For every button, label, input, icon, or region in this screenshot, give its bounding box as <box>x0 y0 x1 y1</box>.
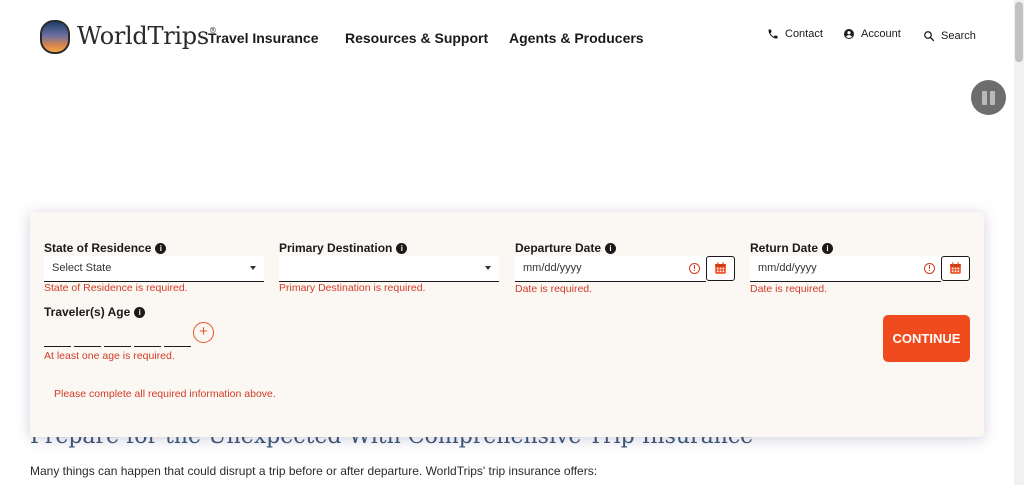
chevron-down-icon <box>250 266 256 270</box>
destination-error: Primary Destination is required. <box>279 282 426 294</box>
departure-label-text: Departure Date <box>515 241 602 255</box>
alert-icon: ! <box>924 263 935 274</box>
pause-bar-right <box>990 90 995 105</box>
search-link[interactable]: Search <box>923 30 976 42</box>
state-field-label: State of Residence i <box>44 241 167 255</box>
scrollbar-thumb[interactable] <box>1015 2 1023 62</box>
brand-text: WorldTrips <box>77 22 209 50</box>
info-icon[interactable]: i <box>155 242 167 254</box>
return-label-text: Return Date <box>750 241 819 255</box>
departure-error: Date is required. <box>515 283 593 295</box>
pause-bar-left <box>982 90 987 105</box>
phone-icon <box>768 29 778 39</box>
ages-field-label: Traveler(s) Age i <box>44 305 146 319</box>
traveler-age-input-3[interactable] <box>104 321 131 347</box>
contact-link[interactable]: Contact <box>767 28 823 40</box>
page-scrollbar[interactable] <box>1014 0 1024 485</box>
return-date-input[interactable]: mm/dd/yyyy ! <box>750 256 941 282</box>
account-label: Account <box>861 28 901 40</box>
traveler-age-input-5[interactable] <box>164 321 191 347</box>
return-field-label: Return Date i <box>750 241 834 255</box>
departure-date-input[interactable]: mm/dd/yyyy ! <box>515 256 706 282</box>
worldtrips-logo[interactable] <box>40 20 70 54</box>
traveler-age-input-1[interactable] <box>44 321 71 347</box>
departure-placeholder: mm/dd/yyyy <box>523 262 582 274</box>
search-icon <box>924 31 935 42</box>
brand-name[interactable]: WorldTrips® <box>77 22 217 50</box>
state-select-value: Select State <box>52 262 112 274</box>
return-error: Date is required. <box>750 283 828 295</box>
destination-select[interactable] <box>279 256 499 282</box>
traveler-age-input-2[interactable] <box>74 321 101 347</box>
calendar-icon <box>950 262 961 274</box>
pause-button[interactable] <box>971 80 1006 115</box>
account-icon <box>844 29 854 39</box>
departure-calendar-button[interactable] <box>706 256 735 281</box>
add-traveler-button[interactable]: + <box>193 322 214 343</box>
intro-text: Many things can happen that could disrup… <box>30 464 598 478</box>
state-select[interactable]: Select State <box>44 256 264 282</box>
state-label-text: State of Residence <box>44 241 152 255</box>
destination-field-label: Primary Destination i <box>279 241 408 255</box>
ages-label-text: Traveler(s) Age <box>44 305 131 319</box>
return-placeholder: mm/dd/yyyy <box>758 262 817 274</box>
chevron-down-icon <box>485 266 491 270</box>
form-summary-error: Please complete all required information… <box>54 388 276 400</box>
return-calendar-button[interactable] <box>941 256 970 281</box>
state-error: State of Residence is required. <box>44 282 188 294</box>
account-link[interactable]: Account <box>843 28 901 40</box>
nav-agents-producers[interactable]: Agents & Producers <box>509 30 644 46</box>
ages-error: At least one age is required. <box>44 350 175 362</box>
info-icon[interactable]: i <box>396 242 408 254</box>
destination-label-text: Primary Destination <box>279 241 393 255</box>
nav-travel-insurance[interactable]: Travel Insurance <box>208 30 319 46</box>
search-label: Search <box>941 30 976 42</box>
info-icon[interactable]: i <box>605 242 617 254</box>
calendar-icon <box>715 262 726 274</box>
info-icon[interactable]: i <box>822 242 834 254</box>
departure-field-label: Departure Date i <box>515 241 617 255</box>
traveler-age-input-4[interactable] <box>134 321 161 347</box>
nav-resources-support[interactable]: Resources & Support <box>345 30 488 46</box>
continue-button[interactable]: CONTINUE <box>883 315 970 362</box>
info-icon[interactable]: i <box>134 306 146 318</box>
contact-label: Contact <box>785 28 823 40</box>
alert-icon: ! <box>689 263 700 274</box>
quote-form-card: State of Residence i Select State State … <box>30 212 984 437</box>
